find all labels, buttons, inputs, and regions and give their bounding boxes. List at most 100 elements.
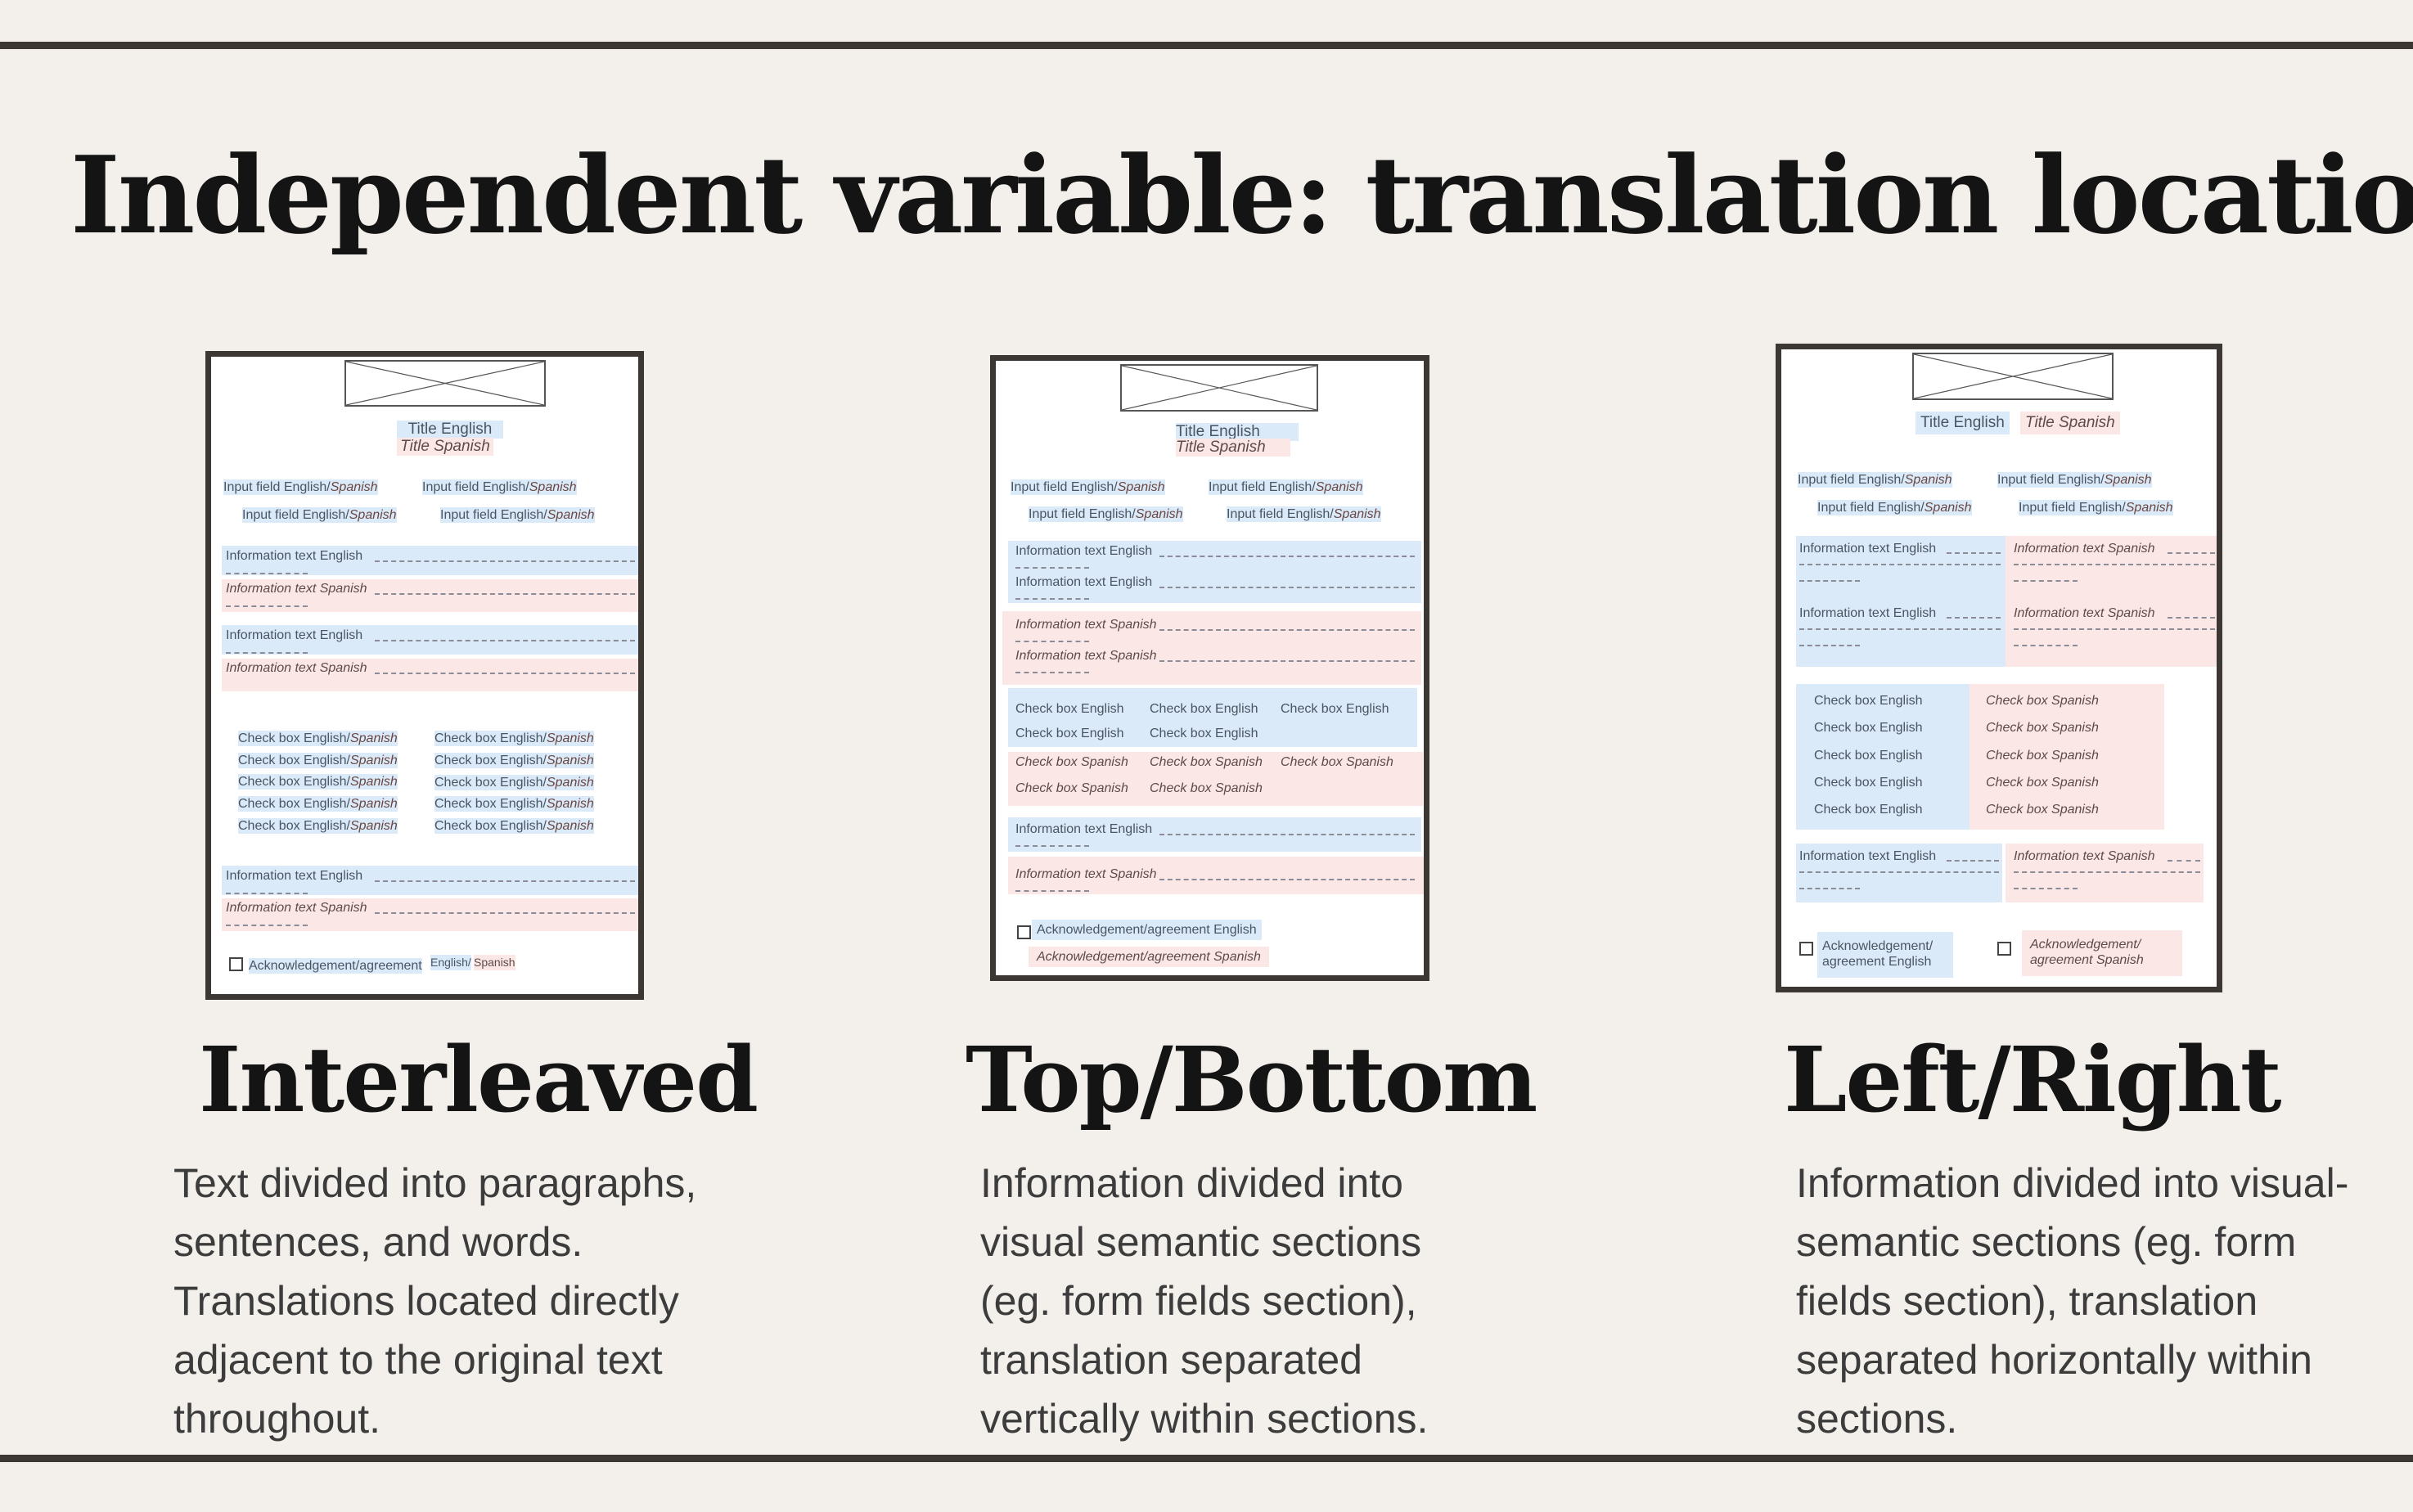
text-line [2014,871,2200,873]
checkbox-item: Check box English/Spanish [434,818,594,834]
checkbox-spanish: Check box Spanish [1986,776,2099,790]
text-line [226,573,308,574]
text-line [2014,628,2215,630]
info-text-english: Information text English [1015,575,1153,589]
text-line [1799,628,2001,630]
checkbox-spanish: Check box Spanish [1986,749,2099,763]
text-line [1159,834,1415,835]
checkbox-item: Check box English/Spanish [434,753,594,768]
info-text-english: Information text English [1015,822,1153,836]
text-line [1799,871,1999,873]
checkbox-item: Check box English/Spanish [434,775,594,790]
input-field: Input field English/Spanish [1817,500,1972,515]
input-field: Input field English/Spanish [1997,472,2152,488]
text-line [375,593,635,595]
acknowledgement-english: agreement English [1822,955,1932,969]
info-text-english: Information text English [1799,606,1937,620]
interleaved-description: Text divided into paragraphs, sentences,… [173,1160,697,1442]
checkbox-english: Check box English [1150,702,1258,716]
checkbox-icon [1997,942,2011,956]
input-field: Input field English/Spanish [242,507,397,523]
text-line [1947,552,2001,554]
text-line [1159,587,1415,588]
top-bottom-description: Information divided into visual semantic… [980,1160,1429,1442]
left-right-label: Left/Right [1784,1027,2282,1132]
acknowledgement-english: Acknowledgement/agreement English [1032,920,1262,940]
input-field: Input field English/Spanish [223,479,378,495]
info-text-english: Information text English [226,628,363,642]
text-line [375,912,635,914]
text-line [1015,890,1089,892]
info-text-english: Information text English [226,869,363,883]
info-text-english: Information text English [1799,542,1937,556]
image-placeholder-icon [1120,364,1318,412]
text-line [1799,564,2001,565]
title-spanish: Title Spanish [397,438,493,456]
text-line [375,560,635,562]
checkbox-spanish: Check box Spanish [1150,781,1263,795]
checkbox-english: Check box English [1015,727,1124,740]
slide-title: Independent variable: translation locati… [70,133,2413,258]
top-bottom-label: Top/Bottom [966,1027,1537,1132]
text-line [375,640,635,641]
bottom-rule [0,1455,2413,1462]
checkbox-english: Check box English [1015,702,1124,716]
info-text-spanish: Information text Spanish [1015,867,1157,881]
info-text-spanish: Information text Spanish [2014,542,2155,556]
checkbox-english: Check box English [1814,776,1923,790]
acknowledgement-spanish: Acknowledgement/ [2030,938,2141,952]
acknowledgement-spanish: agreement Spanish [2030,953,2144,967]
info-text-spanish: Information text Spanish [1015,649,1157,663]
info-text-spanish: Information text Spanish [2014,606,2155,620]
info-text-spanish: Information text Spanish [226,661,367,675]
input-field: Input field English/Spanish [1227,506,1381,522]
input-field: Input field English/Spanish [1209,479,1363,495]
text-line [2168,617,2215,619]
text-line [2014,888,2078,889]
interleaved-label: Interleaved [199,1027,759,1132]
top-rule [0,42,2413,49]
text-line [1015,641,1089,642]
checkbox-item: Check box English/Spanish [238,753,398,768]
checkbox-english: Check box English [1150,727,1258,740]
checkbox-english: Check box English [1814,749,1923,763]
text-line [226,652,308,654]
text-line [226,893,308,894]
text-line [2014,645,2078,646]
checkbox-item: Check box English/Spanish [238,731,398,746]
text-line [2014,580,2078,582]
text-line [2168,860,2200,862]
checkbox-english: Check box English [1281,702,1389,716]
text-line [1015,567,1089,569]
text-line [375,880,635,882]
checkbox-item: Check box English/Spanish [238,774,398,790]
info-text-spanish: Information text Spanish [226,582,367,596]
checkbox-icon [1799,942,1813,956]
checkbox-spanish: Check box Spanish [1986,694,2099,708]
text-line [226,925,308,926]
text-line [1015,845,1089,847]
text-line [1799,580,1860,582]
checkbox-item: Check box English/Spanish [238,796,398,812]
input-field: Input field English/Spanish [1798,472,1952,488]
text-line [2168,552,2215,554]
info-text-spanish: Information text Spanish [1015,618,1157,632]
input-field: Input field English/Spanish [1011,479,1165,495]
checkbox-spanish: Check box Spanish [1150,755,1263,769]
text-line [1015,672,1089,673]
checkbox-spanish: Check box Spanish [1986,803,2099,817]
checkbox-spanish: Check box Spanish [1015,781,1128,795]
info-text-spanish: Information text Spanish [2014,849,2155,863]
info-text-english: Information text English [1015,544,1153,558]
image-placeholder-icon [344,360,546,407]
top-bottom-form-mockup: Title English Title Spanish Input field … [990,355,1429,981]
checkbox-english: Check box English [1814,694,1923,708]
info-text-english: Information text English [226,549,363,563]
info-text-english: Information text English [1799,849,1937,863]
text-line [1799,645,1860,646]
input-field: Input field English/Spanish [1029,506,1183,522]
input-field: Input field English/Spanish [440,507,595,523]
input-field: Input field English/Spanish [422,479,577,495]
text-line [1159,879,1415,880]
title-english: Title English [397,421,503,439]
